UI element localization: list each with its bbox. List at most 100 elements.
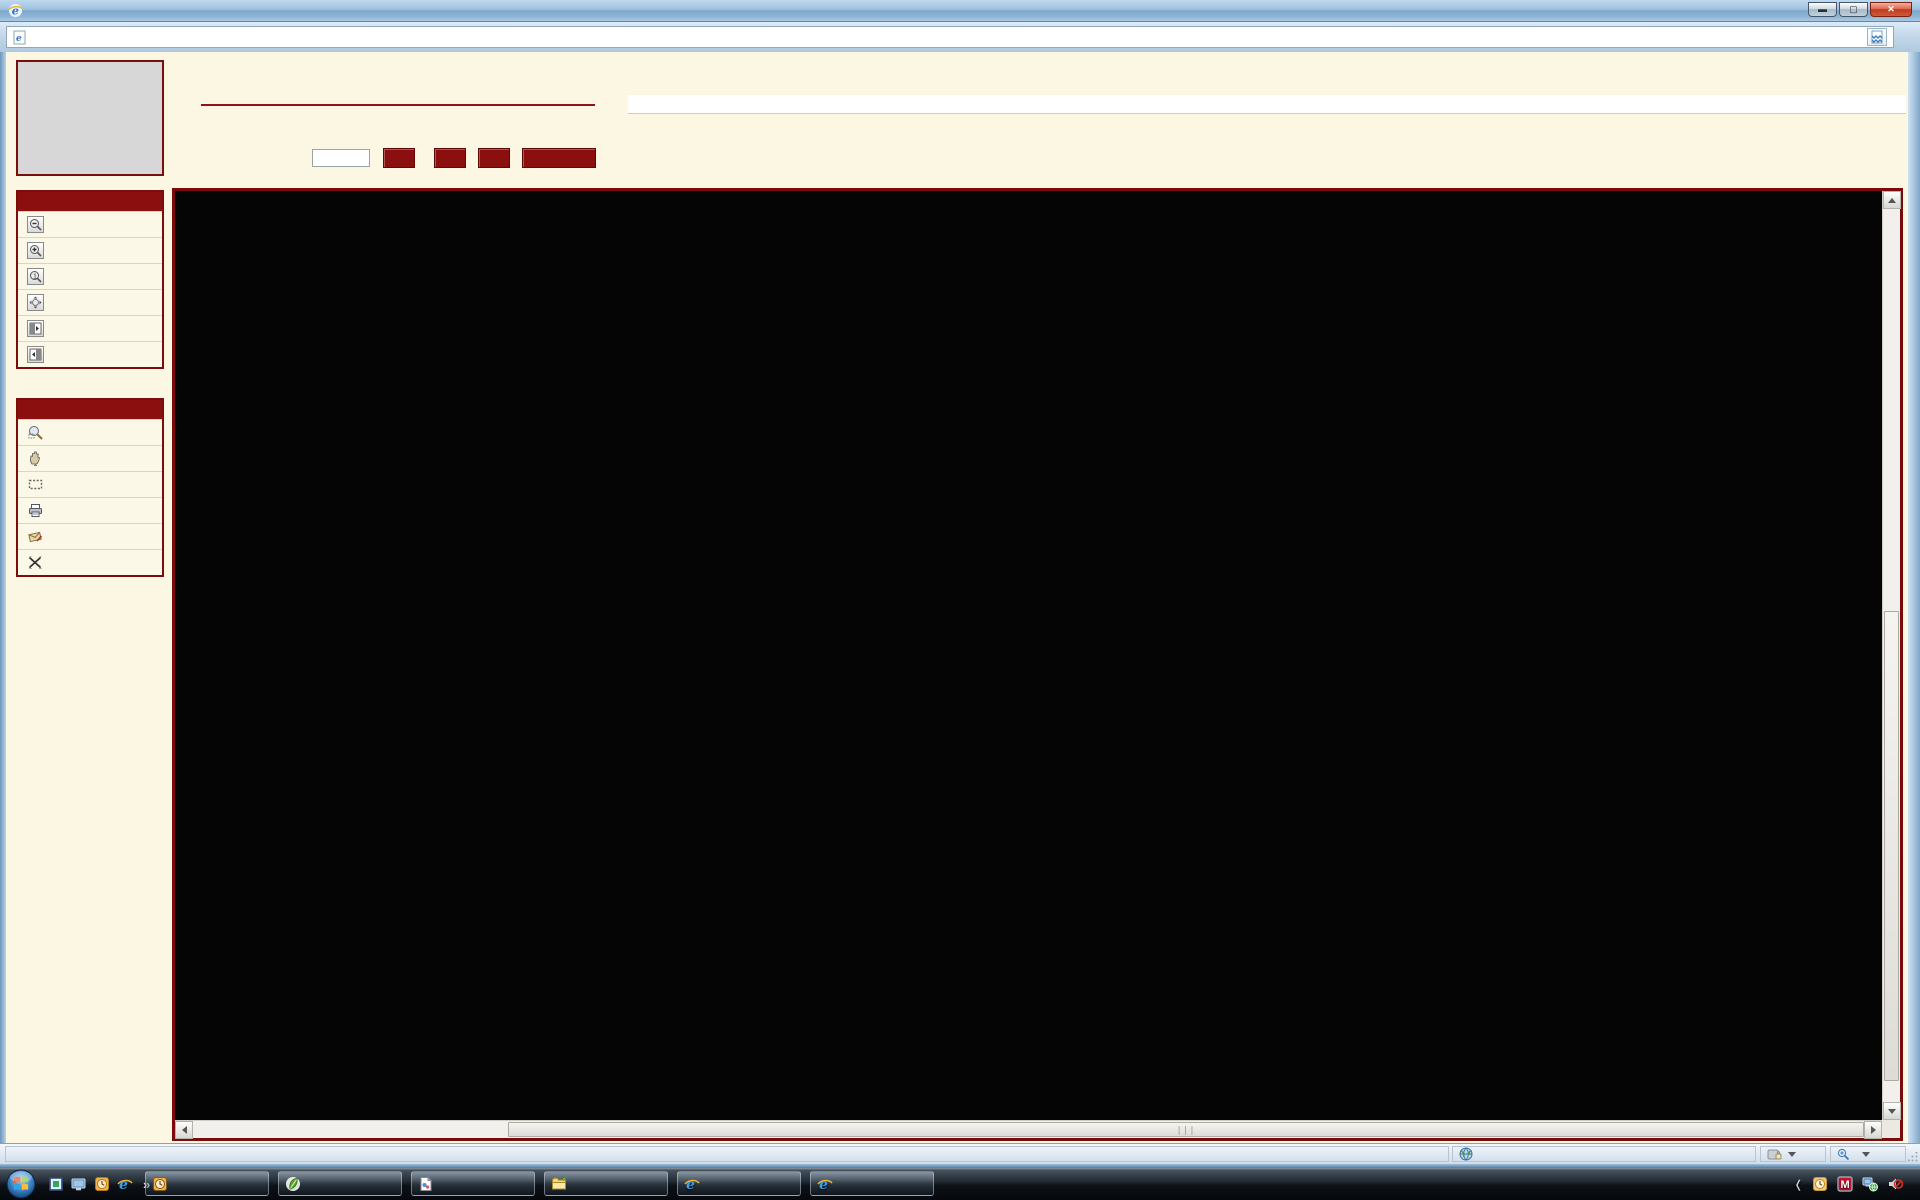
outlook-icon[interactable] xyxy=(94,1176,110,1192)
maximize-button[interactable]: ▢ xyxy=(1839,2,1868,17)
resize-grip[interactable] xyxy=(1908,1152,1918,1162)
printer-icon xyxy=(27,502,44,519)
left-page-icon xyxy=(27,320,44,337)
taskbar-buttons: e e xyxy=(145,1171,934,1196)
zoom-level-cell[interactable] xyxy=(1830,1146,1906,1162)
tools-panel-header xyxy=(18,400,162,419)
sidebar-item-selectionner[interactable] xyxy=(18,471,162,497)
sidebar-item-marquer[interactable] xyxy=(18,523,162,549)
internet-explorer-icon: e xyxy=(8,3,23,18)
image-viewer-panel: ||| xyxy=(172,188,1903,1141)
security-zone-cell xyxy=(1452,1146,1756,1162)
fit-image-icon xyxy=(27,294,44,311)
vertical-scrollbar[interactable] xyxy=(1882,191,1900,1120)
taskbar-button-registres-2[interactable]: e xyxy=(810,1171,934,1196)
scroll-up-button[interactable] xyxy=(1883,191,1901,209)
horizontal-scrollbar[interactable]: ||| xyxy=(175,1120,1882,1138)
internet-explorer-icon: e xyxy=(684,1176,700,1192)
title-underline xyxy=(201,104,595,106)
taskbar-button-elements-supprimes[interactable] xyxy=(145,1171,269,1196)
svg-text:M: M xyxy=(1841,1179,1850,1191)
magnifier-icon xyxy=(27,424,44,441)
svg-text:e: e xyxy=(12,3,19,17)
internet-explorer-icon: e xyxy=(817,1176,833,1192)
other-images-input[interactable] xyxy=(312,149,370,167)
sidebar-item-deplacer[interactable] xyxy=(18,445,162,471)
fermer-button[interactable] xyxy=(522,148,596,168)
tools-panel xyxy=(16,398,164,577)
vertical-scroll-thumb[interactable] xyxy=(1884,611,1899,1081)
window-titlebar: e ▬ ▢ ✕ xyxy=(0,0,1920,22)
horizontal-scroll-thumb[interactable]: ||| xyxy=(508,1122,1864,1137)
scrollbar-corner xyxy=(1882,1120,1900,1138)
selection-icon xyxy=(27,476,44,493)
minimize-button[interactable]: ▬ xyxy=(1808,2,1837,17)
taskbar: e » e e xyxy=(0,1168,1920,1200)
svg-text:e: e xyxy=(686,1177,695,1192)
sidebar-item-zoom-x1[interactable]: 1 xyxy=(18,263,162,289)
sidebar-item-zoomer[interactable] xyxy=(18,419,162,445)
sidebar-item-page-gauche[interactable] xyxy=(18,315,162,341)
window-right-border xyxy=(1908,52,1920,1168)
next-image-button[interactable] xyxy=(478,148,510,168)
sidebar-item-diminuer[interactable] xyxy=(18,211,162,237)
switch-windows-icon[interactable] xyxy=(48,1176,64,1192)
right-page-icon xyxy=(27,346,44,363)
address-input[interactable]: e xyxy=(6,26,1894,48)
status-bar xyxy=(0,1143,1920,1164)
mcafee-icon[interactable]: M xyxy=(1837,1176,1853,1192)
sidebar-item-augmenter[interactable] xyxy=(18,237,162,263)
svg-text:1: 1 xyxy=(33,274,37,281)
compatibility-view-icon[interactable] xyxy=(1867,28,1887,46)
manuscript-scan[interactable] xyxy=(175,191,1882,1120)
page-ie-icon: e xyxy=(13,30,26,45)
svg-text:e: e xyxy=(819,1177,828,1192)
protected-mode-icon xyxy=(1767,1148,1782,1161)
outlook-reminder-icon[interactable] xyxy=(1812,1176,1828,1192)
taskbar-button-heredis[interactable] xyxy=(278,1171,402,1196)
zoom-magnifier-icon xyxy=(1837,1148,1850,1161)
ok-button[interactable] xyxy=(383,148,415,168)
volume-muted-icon[interactable] xyxy=(1887,1176,1903,1192)
network-icon[interactable] xyxy=(1862,1176,1878,1192)
folder-icon xyxy=(551,1176,567,1192)
corel-icon xyxy=(418,1176,434,1192)
address-bar-row: e xyxy=(0,22,1920,52)
start-button[interactable] xyxy=(6,1169,36,1199)
status-message-cell xyxy=(5,1146,1449,1162)
thumbnail-image[interactable] xyxy=(22,66,158,170)
sidebar-item-page-droite[interactable] xyxy=(18,341,162,367)
taskbar-button-registres-1[interactable]: e xyxy=(677,1171,801,1196)
protected-mode-cell[interactable] xyxy=(1760,1146,1826,1162)
magnifier-one-icon: 1 xyxy=(27,268,44,285)
sidebar-item-imprimer[interactable] xyxy=(18,497,162,523)
magnifier-minus-icon xyxy=(27,216,44,233)
heredis-leaf-icon xyxy=(285,1176,301,1192)
thumbnail-panel xyxy=(16,60,164,176)
svg-text:e: e xyxy=(16,34,22,44)
taskbar-button-explorer-folder[interactable] xyxy=(544,1171,668,1196)
close-x-icon xyxy=(27,554,44,571)
dropdown-caret-icon xyxy=(1862,1152,1870,1157)
zoom-panel: 1 xyxy=(16,190,164,369)
system-tray: ❬ M xyxy=(1785,1168,1912,1200)
globe-icon xyxy=(1459,1147,1473,1161)
scroll-right-button[interactable] xyxy=(1864,1121,1882,1139)
internet-explorer-icon[interactable]: e xyxy=(117,1176,133,1192)
show-desktop-icon[interactable] xyxy=(71,1176,87,1192)
scroll-down-button[interactable] xyxy=(1883,1102,1901,1120)
tray-expand-chevron[interactable]: ❬ xyxy=(1794,1178,1803,1191)
screen: e ▬ ▢ ✕ e 1 xyxy=(0,0,1920,1200)
previous-image-button[interactable] xyxy=(434,148,466,168)
bookmark-icon xyxy=(27,528,44,545)
hand-icon xyxy=(27,450,44,467)
dropdown-caret-icon xyxy=(1788,1152,1796,1157)
header-white-strip xyxy=(628,95,1906,114)
close-button[interactable]: ✕ xyxy=(1870,2,1912,17)
scroll-left-button[interactable] xyxy=(175,1121,193,1139)
magnifier-plus-icon xyxy=(27,242,44,259)
svg-text:e: e xyxy=(119,1177,128,1192)
taskbar-button-corel[interactable] xyxy=(411,1171,535,1196)
sidebar-item-fermer[interactable] xyxy=(18,549,162,575)
sidebar-item-image-entiere[interactable] xyxy=(18,289,162,315)
